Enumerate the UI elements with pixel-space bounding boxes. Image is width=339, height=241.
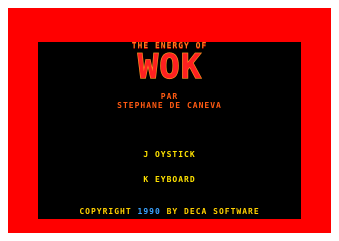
copyright-suffix: BY DECA SOFTWARE bbox=[166, 207, 260, 216]
by-label: PAR bbox=[160, 92, 179, 101]
game-logo: WOK bbox=[38, 49, 301, 83]
author-name: STEPHANE DE CANEVA bbox=[117, 101, 222, 110]
game-title-screen: THE ENERGY OF WOK PAR STEPHANE DE CANEVA… bbox=[38, 42, 301, 219]
screen-border: THE ENERGY OF WOK PAR STEPHANE DE CANEVA… bbox=[8, 8, 331, 233]
joystick-option[interactable]: J OYSTICK bbox=[38, 151, 301, 159]
copyright-prefix: COPYRIGHT bbox=[79, 207, 132, 216]
copyright-year: 1990 bbox=[137, 207, 161, 216]
keyboard-option[interactable]: K EYBOARD bbox=[38, 176, 301, 184]
logo-text: WOK bbox=[137, 49, 201, 83]
copyright-line: COPYRIGHT 1990 BY DECA SOFTWARE bbox=[38, 208, 301, 216]
